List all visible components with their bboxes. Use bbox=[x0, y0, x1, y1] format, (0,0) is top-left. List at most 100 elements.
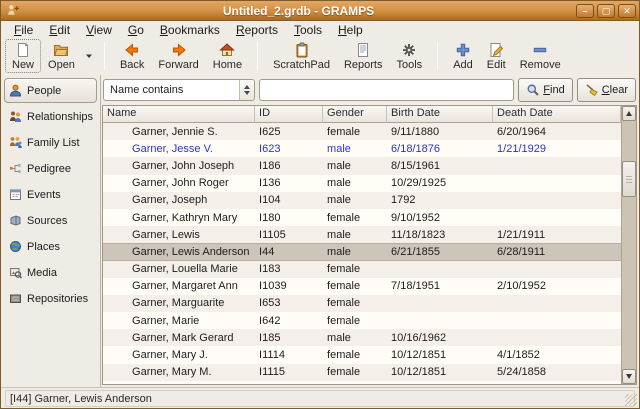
back-toolbar-button[interactable]: Back bbox=[113, 39, 151, 73]
table-row[interactable]: Garner, Jesse V.I623male6/18/18761/21/19… bbox=[103, 140, 621, 157]
cell-id: I625 bbox=[255, 126, 323, 138]
sidebar-item-repositories[interactable]: Repositories bbox=[4, 286, 97, 311]
main-area: PeopleRelationships Family List PedigreeEv… bbox=[1, 75, 639, 387]
clear-button[interactable]: Clear bbox=[577, 78, 636, 102]
table-row[interactable]: Garner, John JosephI186male8/15/1961 bbox=[103, 157, 621, 174]
cell-name: Garner, Margaret Ann bbox=[103, 280, 255, 292]
tools-icon bbox=[401, 42, 417, 58]
open-toolbar-button[interactable]: Open bbox=[41, 39, 82, 73]
table-row[interactable]: Garner, Jennie S.I625female9/11/18806/20… bbox=[103, 123, 621, 140]
add-toolbar-button[interactable]: Add bbox=[446, 39, 480, 73]
title-bar[interactable]: Untitled_2.grdb - GRAMPS –▢✕ bbox=[1, 1, 639, 21]
cell-birth-date: 10/16/1962 bbox=[387, 332, 493, 344]
edit-toolbar-button[interactable]: Edit bbox=[480, 39, 513, 73]
scratchpad-toolbar-button[interactable]: ScratchPad bbox=[266, 39, 337, 73]
scrollbar-thumb[interactable] bbox=[622, 161, 636, 197]
column-header-birth-date[interactable]: Birth Date bbox=[387, 106, 493, 123]
forward-toolbar-button[interactable]: Forward bbox=[151, 39, 205, 73]
status-bar: [I44] Garner, Lewis Anderson bbox=[1, 387, 639, 408]
cell-name: Garner, Mary J. bbox=[103, 349, 255, 361]
scroll-up-icon[interactable] bbox=[622, 106, 636, 121]
table-row[interactable]: Garner, Lewis AndersonI44male6/21/18556/… bbox=[103, 243, 621, 260]
table-row[interactable]: Garner, MarieI642female bbox=[103, 312, 621, 329]
table-row[interactable]: Garner, MarguariteI653female bbox=[103, 295, 621, 312]
table-row[interactable]: Garner, John RogerI136male10/29/1925 bbox=[103, 175, 621, 192]
search-input[interactable] bbox=[259, 79, 514, 101]
cell-gender: female bbox=[323, 349, 387, 361]
cell-name: Garner, Lewis Anderson bbox=[103, 246, 255, 258]
cell-gender: male bbox=[323, 177, 387, 189]
reports-toolbar-button[interactable]: Reports bbox=[337, 39, 390, 73]
column-header-id[interactable]: ID bbox=[255, 106, 323, 123]
combo-spinner-icon[interactable] bbox=[239, 80, 254, 100]
cell-name: Garner, Lewis bbox=[103, 229, 255, 241]
menu-edit[interactable]: Edit bbox=[41, 22, 78, 38]
sidebar-item-label: Family List bbox=[27, 137, 80, 149]
sidebar-item-events[interactable]: Events bbox=[4, 182, 97, 207]
cell-id: I183 bbox=[255, 263, 323, 275]
table-row[interactable]: Garner, Mary J.I1114female10/12/18514/1/… bbox=[103, 346, 621, 363]
maximize-button[interactable]: ▢ bbox=[597, 4, 615, 18]
cell-birth-date: 10/29/1925 bbox=[387, 177, 493, 189]
column-header-gender[interactable]: Gender bbox=[323, 106, 387, 123]
menu-file[interactable]: File bbox=[6, 22, 41, 38]
toolbar-button-label: Remove bbox=[520, 59, 561, 71]
menu-bookmarks[interactable]: Bookmarks bbox=[152, 22, 228, 38]
cell-name: Garner, John Joseph bbox=[103, 160, 255, 172]
menu-go[interactable]: Go bbox=[120, 22, 152, 38]
menu-tools[interactable]: Tools bbox=[286, 22, 330, 38]
vertical-scrollbar[interactable] bbox=[621, 106, 636, 384]
cell-id: I44 bbox=[255, 246, 323, 258]
cell-id: I1105 bbox=[255, 229, 323, 241]
cell-birth-date: 6/18/1876 bbox=[387, 143, 493, 155]
places-icon bbox=[8, 240, 22, 253]
menu-bar: FileEditViewGoBookmarksReportsToolsHelp bbox=[1, 21, 639, 38]
table-row[interactable]: Garner, Mark GerardI185male10/16/1962 bbox=[103, 329, 621, 346]
table-row[interactable]: Garner, Mary M.I1115female10/12/18515/24… bbox=[103, 364, 621, 381]
tools-toolbar-button[interactable]: Tools bbox=[390, 39, 430, 73]
sidebar-item-pedigree[interactable]: Pedigree bbox=[4, 156, 97, 181]
cell-death-date: 6/20/1964 bbox=[493, 126, 621, 138]
cell-gender: female bbox=[323, 383, 387, 384]
find-button[interactable]: Find bbox=[518, 78, 572, 102]
menu-view[interactable]: View bbox=[78, 22, 120, 38]
sidebar-item-sources[interactable]: Sources bbox=[4, 208, 97, 233]
cell-gender: male bbox=[323, 194, 387, 206]
cell-id: I180 bbox=[255, 212, 323, 224]
sidebar-item-people[interactable]: People bbox=[4, 78, 97, 103]
menu-reports[interactable]: Reports bbox=[228, 22, 286, 38]
table-row[interactable]: Garner, Kathryn MaryI180female9/10/1952 bbox=[103, 209, 621, 226]
sidebar-item-places[interactable]: Places bbox=[4, 234, 97, 259]
scratchpad-icon bbox=[294, 42, 310, 58]
home-toolbar-button[interactable]: Home bbox=[206, 39, 249, 73]
column-header-name[interactable]: Name bbox=[103, 106, 255, 123]
close-button[interactable]: ✕ bbox=[618, 4, 636, 18]
remove-toolbar-button[interactable]: Remove bbox=[513, 39, 568, 73]
cell-death-date: 2/10/1952 bbox=[493, 280, 621, 292]
filter-bar: Name contains Find Clear bbox=[102, 75, 637, 105]
cell-gender: male bbox=[323, 143, 387, 155]
sidebar-item-media[interactable]: Media bbox=[4, 260, 97, 285]
toolbar-separator bbox=[437, 42, 438, 70]
sidebar-item-relationships[interactable]: Relationships bbox=[4, 104, 97, 129]
toolbar-button-label: Add bbox=[453, 59, 473, 71]
sidebar-item-family-list[interactable]: Family List bbox=[4, 130, 97, 155]
filter-type-select[interactable]: Name contains bbox=[103, 79, 255, 101]
table-row[interactable]: Garner, Louella MarieI183female bbox=[103, 261, 621, 278]
table-row[interactable]: Garner, Margaret AnnI1039female7/18/1951… bbox=[103, 278, 621, 295]
resize-grip-icon[interactable] bbox=[625, 394, 637, 406]
menu-help[interactable]: Help bbox=[330, 22, 371, 38]
toolbar-button-label: ScratchPad bbox=[273, 59, 330, 71]
new-toolbar-button[interactable]: New bbox=[5, 39, 41, 73]
open-dropdown-button[interactable] bbox=[82, 41, 96, 71]
scroll-down-icon[interactable] bbox=[622, 369, 636, 384]
new-document-icon bbox=[15, 42, 31, 58]
column-header-death-date[interactable]: Death Date bbox=[493, 106, 621, 123]
table-row[interactable]: Garner, MaudeI651female bbox=[103, 381, 621, 384]
gramps-window-icon bbox=[6, 3, 21, 18]
table-row[interactable]: Garner, LewisI1105male11/18/18231/21/191… bbox=[103, 226, 621, 243]
remove-icon bbox=[532, 42, 548, 58]
cell-birth-date: 6/21/1855 bbox=[387, 246, 493, 258]
table-row[interactable]: Garner, JosephI104male1792 bbox=[103, 192, 621, 209]
minimize-button[interactable]: – bbox=[576, 4, 594, 18]
